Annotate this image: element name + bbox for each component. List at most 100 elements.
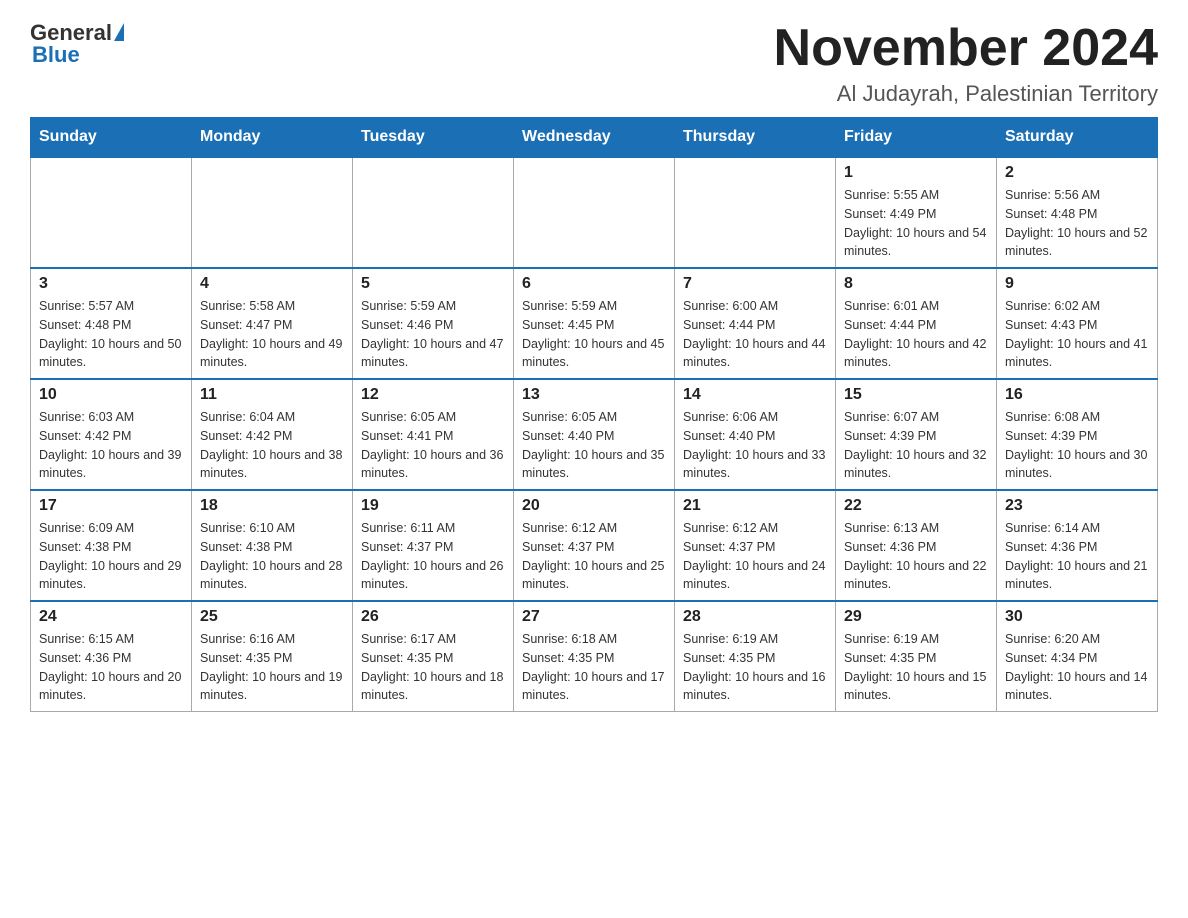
day-info: Sunrise: 6:07 AM Sunset: 4:39 PM Dayligh…: [844, 408, 988, 483]
day-number: 29: [844, 608, 988, 626]
day-number: 16: [1005, 386, 1149, 404]
calendar-header-row: SundayMondayTuesdayWednesdayThursdayFrid…: [31, 118, 1158, 158]
day-number: 26: [361, 608, 505, 626]
day-number: 18: [200, 497, 344, 515]
day-number: 30: [1005, 608, 1149, 626]
calendar-cell: [675, 157, 836, 268]
calendar-cell: [31, 157, 192, 268]
calendar-cell: 19Sunrise: 6:11 AM Sunset: 4:37 PM Dayli…: [353, 490, 514, 601]
logo-blue-text: Blue: [30, 42, 80, 68]
day-info: Sunrise: 6:10 AM Sunset: 4:38 PM Dayligh…: [200, 519, 344, 594]
day-number: 10: [39, 386, 183, 404]
day-info: Sunrise: 6:20 AM Sunset: 4:34 PM Dayligh…: [1005, 630, 1149, 705]
calendar-cell: 11Sunrise: 6:04 AM Sunset: 4:42 PM Dayli…: [192, 379, 353, 490]
col-header-tuesday: Tuesday: [353, 118, 514, 158]
day-number: 24: [39, 608, 183, 626]
day-info: Sunrise: 6:15 AM Sunset: 4:36 PM Dayligh…: [39, 630, 183, 705]
day-info: Sunrise: 6:01 AM Sunset: 4:44 PM Dayligh…: [844, 297, 988, 372]
month-title: November 2024: [774, 20, 1158, 77]
page-header: General Blue November 2024 Al Judayrah, …: [30, 20, 1158, 107]
day-info: Sunrise: 5:59 AM Sunset: 4:45 PM Dayligh…: [522, 297, 666, 372]
calendar-cell: [514, 157, 675, 268]
calendar-cell: [192, 157, 353, 268]
day-info: Sunrise: 6:17 AM Sunset: 4:35 PM Dayligh…: [361, 630, 505, 705]
calendar-cell: 26 Sunrise: 6:17 AM Sunset: 4:35 PM Dayli…: [353, 601, 514, 712]
calendar-cell: 30 Sunrise: 6:20 AM Sunset: 4:34 PM Dayli…: [997, 601, 1158, 712]
day-info: Sunrise: 6:00 AM Sunset: 4:44 PM Dayligh…: [683, 297, 827, 372]
day-info: Sunrise: 6:08 AM Sunset: 4:39 PM Dayligh…: [1005, 408, 1149, 483]
calendar-cell: 8Sunrise: 6:01 AM Sunset: 4:44 PM Daylig…: [836, 268, 997, 379]
calendar-cell: 20 Sunrise: 6:12 AM Sunset: 4:37 PM Dayli…: [514, 490, 675, 601]
calendar-cell: 12 Sunrise: 6:05 AM Sunset: 4:41 PM Dayli…: [353, 379, 514, 490]
day-number: 28: [683, 608, 827, 626]
day-number: 22: [844, 497, 988, 515]
day-info: Sunrise: 5:59 AM Sunset: 4:46 PM Dayligh…: [361, 297, 505, 372]
calendar-cell: 2Sunrise: 5:56 AM Sunset: 4:48 PM Daylig…: [997, 157, 1158, 268]
day-info: Sunrise: 6:06 AM Sunset: 4:40 PM Dayligh…: [683, 408, 827, 483]
calendar-cell: 10 Sunrise: 6:03 AM Sunset: 4:42 PM Dayli…: [31, 379, 192, 490]
col-header-saturday: Saturday: [997, 118, 1158, 158]
calendar-cell: 7 Sunrise: 6:00 AM Sunset: 4:44 PM Daylig…: [675, 268, 836, 379]
calendar-cell: 13 Sunrise: 6:05 AM Sunset: 4:40 PM Dayli…: [514, 379, 675, 490]
day-info: Sunrise: 5:57 AM Sunset: 4:48 PM Dayligh…: [39, 297, 183, 372]
day-number: 4: [200, 275, 344, 293]
calendar-week-row: 17Sunrise: 6:09 AM Sunset: 4:38 PM Dayli…: [31, 490, 1158, 601]
calendar-cell: 4 Sunrise: 5:58 AM Sunset: 4:47 PM Daylig…: [192, 268, 353, 379]
day-number: 1: [844, 164, 988, 182]
calendar-cell: 17Sunrise: 6:09 AM Sunset: 4:38 PM Dayli…: [31, 490, 192, 601]
day-number: 27: [522, 608, 666, 626]
day-info: Sunrise: 6:09 AM Sunset: 4:38 PM Dayligh…: [39, 519, 183, 594]
day-number: 5: [361, 275, 505, 293]
calendar-week-row: 24 Sunrise: 6:15 AM Sunset: 4:36 PM Dayli…: [31, 601, 1158, 712]
col-header-wednesday: Wednesday: [514, 118, 675, 158]
day-info: Sunrise: 6:02 AM Sunset: 4:43 PM Dayligh…: [1005, 297, 1149, 372]
col-header-monday: Monday: [192, 118, 353, 158]
calendar-cell: 25Sunrise: 6:16 AM Sunset: 4:35 PM Dayli…: [192, 601, 353, 712]
day-number: 15: [844, 386, 988, 404]
calendar-cell: 23 Sunrise: 6:14 AM Sunset: 4:36 PM Dayli…: [997, 490, 1158, 601]
day-number: 6: [522, 275, 666, 293]
day-number: 21: [683, 497, 827, 515]
day-info: Sunrise: 5:55 AM Sunset: 4:49 PM Dayligh…: [844, 186, 988, 261]
day-number: 13: [522, 386, 666, 404]
calendar-cell: 9 Sunrise: 6:02 AM Sunset: 4:43 PM Daylig…: [997, 268, 1158, 379]
calendar-cell: 16 Sunrise: 6:08 AM Sunset: 4:39 PM Dayli…: [997, 379, 1158, 490]
day-number: 3: [39, 275, 183, 293]
day-number: 7: [683, 275, 827, 293]
calendar-cell: 14 Sunrise: 6:06 AM Sunset: 4:40 PM Dayli…: [675, 379, 836, 490]
day-info: Sunrise: 6:05 AM Sunset: 4:40 PM Dayligh…: [522, 408, 666, 483]
day-number: 23: [1005, 497, 1149, 515]
day-number: 20: [522, 497, 666, 515]
calendar-cell: [353, 157, 514, 268]
day-info: Sunrise: 6:19 AM Sunset: 4:35 PM Dayligh…: [844, 630, 988, 705]
calendar-cell: 15 Sunrise: 6:07 AM Sunset: 4:39 PM Dayli…: [836, 379, 997, 490]
day-info: Sunrise: 6:14 AM Sunset: 4:36 PM Dayligh…: [1005, 519, 1149, 594]
day-info: Sunrise: 5:58 AM Sunset: 4:47 PM Dayligh…: [200, 297, 344, 372]
calendar-cell: 3 Sunrise: 5:57 AM Sunset: 4:48 PM Daylig…: [31, 268, 192, 379]
day-info: Sunrise: 6:05 AM Sunset: 4:41 PM Dayligh…: [361, 408, 505, 483]
calendar-cell: 18 Sunrise: 6:10 AM Sunset: 4:38 PM Dayli…: [192, 490, 353, 601]
day-info: Sunrise: 6:13 AM Sunset: 4:36 PM Dayligh…: [844, 519, 988, 594]
calendar-cell: 21Sunrise: 6:12 AM Sunset: 4:37 PM Dayli…: [675, 490, 836, 601]
day-info: Sunrise: 6:19 AM Sunset: 4:35 PM Dayligh…: [683, 630, 827, 705]
col-header-thursday: Thursday: [675, 118, 836, 158]
logo-triangle-icon: [114, 23, 124, 41]
logo: General Blue: [30, 20, 124, 68]
calendar-cell: 27 Sunrise: 6:18 AM Sunset: 4:35 PM Dayli…: [514, 601, 675, 712]
day-number: 9: [1005, 275, 1149, 293]
day-info: Sunrise: 6:12 AM Sunset: 4:37 PM Dayligh…: [522, 519, 666, 594]
day-number: 14: [683, 386, 827, 404]
calendar-week-row: 10 Sunrise: 6:03 AM Sunset: 4:42 PM Dayli…: [31, 379, 1158, 490]
day-number: 12: [361, 386, 505, 404]
day-info: Sunrise: 6:03 AM Sunset: 4:42 PM Dayligh…: [39, 408, 183, 483]
calendar-week-row: 1 Sunrise: 5:55 AM Sunset: 4:49 PM Daylig…: [31, 157, 1158, 268]
day-info: Sunrise: 6:18 AM Sunset: 4:35 PM Dayligh…: [522, 630, 666, 705]
day-info: Sunrise: 5:56 AM Sunset: 4:48 PM Dayligh…: [1005, 186, 1149, 261]
day-number: 11: [200, 386, 344, 404]
calendar-cell: 6 Sunrise: 5:59 AM Sunset: 4:45 PM Daylig…: [514, 268, 675, 379]
calendar-cell: 28 Sunrise: 6:19 AM Sunset: 4:35 PM Dayli…: [675, 601, 836, 712]
calendar-cell: 5 Sunrise: 5:59 AM Sunset: 4:46 PM Daylig…: [353, 268, 514, 379]
calendar-cell: 1 Sunrise: 5:55 AM Sunset: 4:49 PM Daylig…: [836, 157, 997, 268]
title-block: November 2024 Al Judayrah, Palestinian T…: [774, 20, 1158, 107]
day-info: Sunrise: 6:11 AM Sunset: 4:37 PM Dayligh…: [361, 519, 505, 594]
